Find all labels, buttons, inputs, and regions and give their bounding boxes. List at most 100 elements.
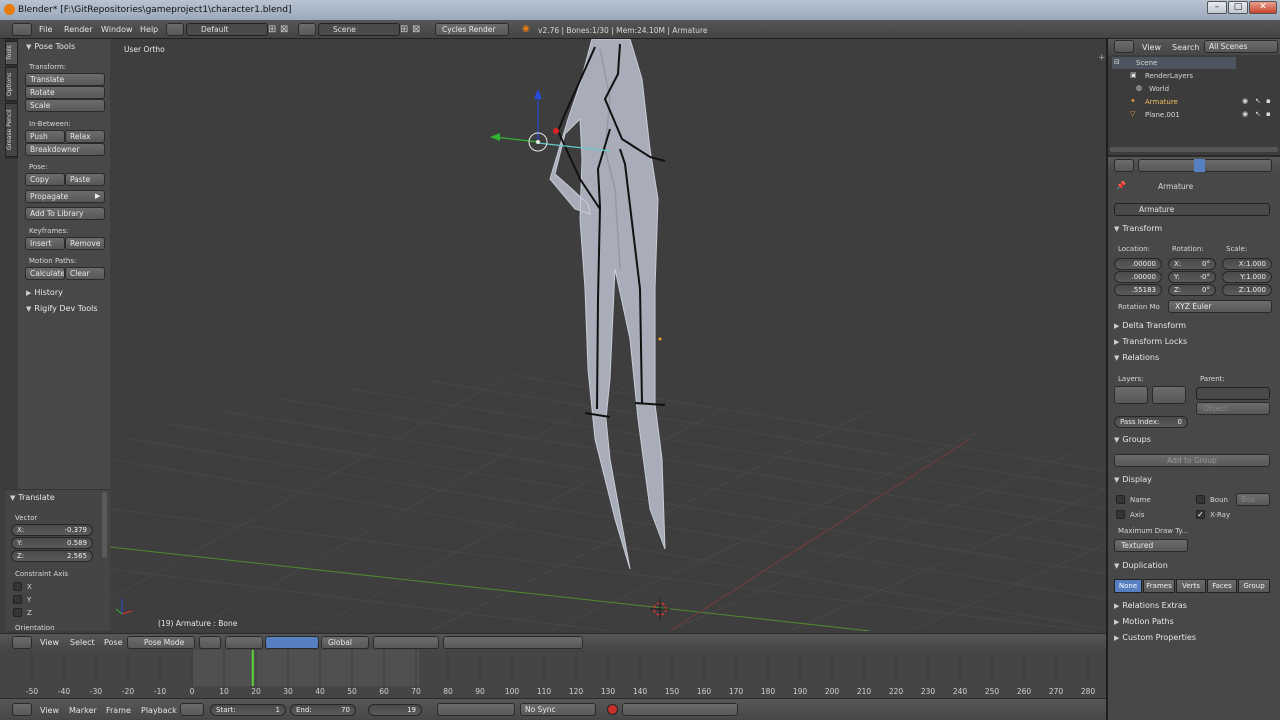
- marker-menu[interactable]: Marker: [69, 706, 97, 715]
- outliner-view-menu[interactable]: View: [1142, 43, 1161, 52]
- relations-extras-header[interactable]: ▶ Relations Extras: [1114, 601, 1187, 610]
- name-checkbox[interactable]: [1116, 495, 1125, 504]
- menu-help[interactable]: Help: [140, 25, 158, 34]
- max-draw-type-select[interactable]: Textured: [1114, 539, 1188, 552]
- outliner-row-plane[interactable]: ▽ Plane.001 ◉ ↖ ▪: [1112, 109, 1276, 121]
- object-context-icon[interactable]: [1194, 159, 1205, 172]
- dup-faces-tab[interactable]: Faces: [1207, 579, 1237, 593]
- manipulator-toggles-icon[interactable]: [265, 636, 319, 649]
- scale-button[interactable]: Scale: [25, 99, 105, 112]
- bounds-type-select[interactable]: Box: [1236, 493, 1270, 506]
- 3d-viewport[interactable]: User Ortho (19) Armature : Bone +: [110, 39, 1106, 631]
- view-menu[interactable]: View: [40, 638, 59, 647]
- menu-file[interactable]: File: [39, 25, 52, 34]
- manipulator-z-arrow-icon[interactable]: [534, 89, 542, 99]
- outliner-row-world[interactable]: ◍ World: [1112, 83, 1236, 95]
- timeline-canvas[interactable]: -50 -40 -30 -20 -10 0 10 20 30 40 50 60 70 80 90 100 110…: [0, 650, 1106, 698]
- vector-z-field[interactable]: Z: 2.565: [11, 550, 93, 562]
- outliner[interactable]: View Search All Scenes ⊟ Scene ▣ RenderL…: [1108, 39, 1280, 155]
- calculate-button[interactable]: Calculate: [25, 267, 65, 280]
- custom-properties-header[interactable]: ▶ Custom Properties: [1114, 633, 1196, 642]
- transform-manipulator[interactable]: [490, 89, 548, 152]
- manipulator-y-arrow-icon[interactable]: [490, 133, 500, 141]
- pass-index-field[interactable]: Pass Index: 0: [1114, 416, 1188, 428]
- add-to-library-button[interactable]: Add To Library: [25, 207, 105, 220]
- close-button[interactable]: ✕: [1249, 1, 1277, 14]
- layer-buttons[interactable]: [373, 636, 439, 649]
- translate-button[interactable]: Translate: [25, 73, 105, 86]
- dup-group-tab[interactable]: Group: [1238, 579, 1270, 593]
- vector-x-field[interactable]: X: -0.379: [11, 524, 93, 536]
- pose-tools-header[interactable]: ▼ Pose Tools: [26, 42, 75, 51]
- record-icon[interactable]: [607, 704, 618, 715]
- end-frame-field[interactable]: End: 70: [290, 704, 356, 716]
- selectability-cursor-icon[interactable]: ↖: [1255, 110, 1261, 118]
- screen-layout-field[interactable]: Default: [186, 23, 268, 36]
- delta-transform-header[interactable]: ▶ Delta Transform: [1114, 321, 1186, 330]
- object-name-field[interactable]: Armature: [1114, 203, 1270, 216]
- object-layers-right[interactable]: [1152, 386, 1186, 404]
- rotation-z-field[interactable]: Z: 0°: [1168, 284, 1216, 296]
- scale-y-field[interactable]: Y:1.000: [1222, 271, 1272, 283]
- relax-button[interactable]: Relax: [65, 130, 105, 143]
- outliner-search-menu[interactable]: Search: [1172, 43, 1199, 52]
- axis-checkbox[interactable]: [1116, 510, 1125, 519]
- duplication-header[interactable]: ▼ Duplication: [1114, 561, 1168, 570]
- outliner-row-renderlayers[interactable]: ▣ RenderLayers: [1112, 70, 1236, 82]
- editor-type-3d-icon[interactable]: [12, 636, 32, 649]
- preview-range-icon[interactable]: [180, 703, 204, 716]
- dup-frames-tab[interactable]: Frames: [1143, 579, 1175, 593]
- object-layers-left[interactable]: [1114, 386, 1148, 404]
- parent-field[interactable]: [1196, 387, 1270, 400]
- render-camera-icon[interactable]: ▪: [1266, 110, 1271, 118]
- interaction-mode-select[interactable]: Pose Mode: [127, 636, 195, 649]
- manipulator-center[interactable]: [536, 140, 540, 144]
- location-x-field[interactable]: .00000: [1114, 258, 1162, 270]
- relations-header[interactable]: ▼ Relations: [1114, 353, 1159, 362]
- outliner-row-armature[interactable]: ✦ Armature ◉ ↖ ▪: [1112, 96, 1276, 108]
- visibility-eye-icon[interactable]: ◉: [1242, 110, 1248, 118]
- insert-keyframe-button[interactable]: Insert: [25, 237, 65, 250]
- editor-type-timeline-icon[interactable]: [12, 703, 32, 716]
- history-header[interactable]: ▶ History: [26, 288, 63, 297]
- remove-scene-icon[interactable]: ⊠: [412, 24, 420, 35]
- scene-field[interactable]: Scene: [318, 23, 400, 36]
- constraint-x-checkbox[interactable]: [13, 582, 22, 591]
- context-tabs[interactable]: [1138, 159, 1272, 172]
- pivot-point-icon[interactable]: [225, 636, 263, 649]
- add-layout-icon[interactable]: ⊞: [268, 24, 276, 35]
- maximize-button[interactable]: □: [1228, 1, 1248, 14]
- paste-pose-button[interactable]: Paste: [65, 173, 105, 186]
- rotate-button[interactable]: Rotate: [25, 86, 105, 99]
- transform-orientation-select[interactable]: Global: [321, 636, 369, 649]
- menu-window[interactable]: Window: [101, 25, 133, 34]
- editor-type-properties-icon[interactable]: [1114, 159, 1134, 172]
- viewport-canvas[interactable]: [110, 39, 1106, 631]
- constraint-y-checkbox[interactable]: [13, 595, 22, 604]
- 3d-cursor-icon[interactable]: [650, 599, 670, 619]
- sync-mode-select[interactable]: No Sync: [520, 703, 596, 716]
- playback-menu[interactable]: Playback: [141, 706, 177, 715]
- add-to-group-button[interactable]: Add to Group: [1114, 454, 1270, 467]
- viewport-shading-icon[interactable]: [199, 636, 221, 649]
- outliner-filter-select[interactable]: All Scenes: [1204, 40, 1278, 53]
- add-scene-icon[interactable]: ⊞: [400, 24, 408, 35]
- operator-title[interactable]: ▼ Translate: [10, 493, 55, 502]
- dup-verts-tab[interactable]: Verts: [1176, 579, 1206, 593]
- transform-panel-header[interactable]: ▼ Transform: [1114, 224, 1162, 233]
- rotation-x-field[interactable]: X: 0°: [1168, 258, 1216, 270]
- scale-z-field[interactable]: Z:1.000: [1222, 284, 1272, 296]
- clear-button[interactable]: Clear: [65, 267, 105, 280]
- selectability-cursor-icon[interactable]: ↖: [1255, 97, 1261, 105]
- constraint-z-checkbox[interactable]: [13, 608, 22, 617]
- tab-options[interactable]: Options: [5, 67, 18, 101]
- dup-none-tab[interactable]: None: [1114, 579, 1142, 593]
- scale-x-field[interactable]: X:1.000: [1222, 258, 1272, 270]
- menu-render[interactable]: Render: [64, 25, 92, 34]
- scene-icon[interactable]: [298, 23, 316, 36]
- minimize-button[interactable]: –: [1207, 1, 1227, 14]
- bone-joint-selected[interactable]: [553, 128, 559, 134]
- playback-controls-icon[interactable]: [437, 703, 515, 716]
- parent-type-select[interactable]: Object: [1196, 402, 1270, 415]
- propagate-arrow-icon[interactable]: ▶: [95, 192, 100, 200]
